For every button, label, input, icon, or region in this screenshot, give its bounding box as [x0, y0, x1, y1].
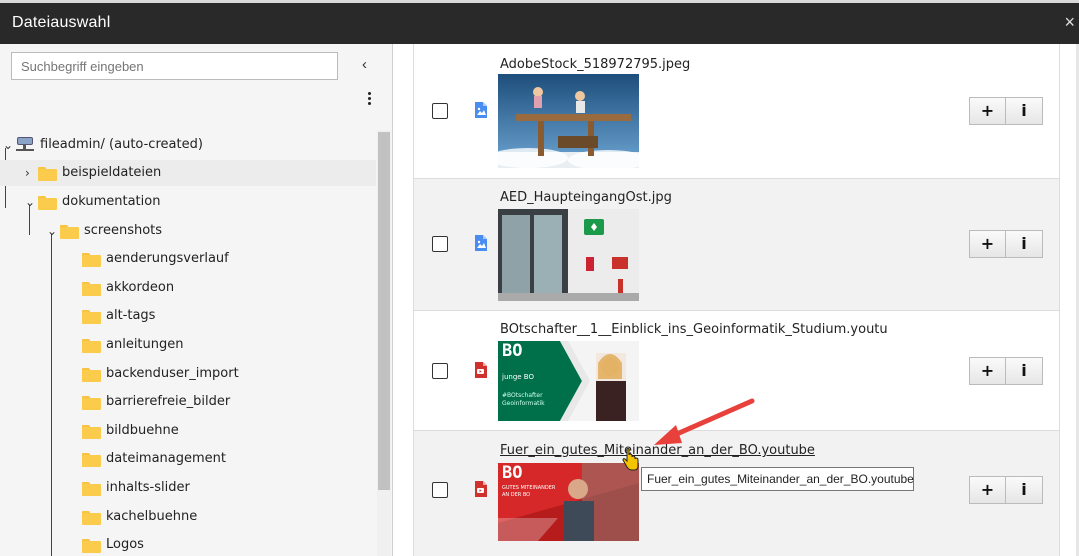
tree-item-kachelbuehne[interactable]: kachelbuehne: [0, 504, 376, 530]
tree-item-label: akkordeon: [106, 280, 175, 295]
thumb-caption-text: GUTES MITEINANDER: [502, 485, 556, 491]
folder-icon: [82, 310, 101, 324]
tree-item-label: barrierefreie_bilder: [106, 394, 231, 409]
file-info-button[interactable]: i: [1006, 357, 1043, 385]
add-file-button[interactable]: +: [969, 230, 1006, 258]
folder-icon: [38, 196, 57, 210]
tree-item-anleitungen[interactable]: anleitungen: [0, 332, 376, 358]
tree-item-backenduser-import[interactable]: backenduser_import: [0, 361, 376, 387]
storage-drive-icon: [16, 137, 34, 153]
thumb-hashtag-text: Geoinformatik: [502, 400, 545, 407]
tree-item-label: kachelbuehne: [106, 509, 198, 524]
add-file-button[interactable]: +: [969, 476, 1006, 504]
folder-tree-panel: ‹ ⌄ fileadmin/ (auto-created) › beispiel…: [0, 44, 393, 556]
image-file-icon: [475, 102, 487, 118]
collapse-panel-icon[interactable]: ‹: [362, 56, 367, 73]
folder-icon: [82, 453, 101, 467]
tree-item-label: dateimanagement: [106, 451, 227, 466]
tree-item-label: screenshots: [84, 223, 163, 238]
tree-item-label: beispieldateien: [62, 165, 162, 180]
tree-item-label: inhalts-slider: [106, 480, 190, 495]
filename-tooltip: Fuer_ein_gutes_Miteinander_an_der_BO.you…: [641, 467, 914, 491]
select-checkbox[interactable]: [432, 482, 448, 498]
row-actions: + i: [969, 357, 1043, 385]
thumb-bo-logo: BO: [502, 463, 523, 483]
tree-item-bildbuehne[interactable]: bildbuehne: [0, 418, 376, 444]
thumbnail-botschafter-video[interactable]: BO junge BO #BOtschafter Geoinformatik: [498, 341, 639, 421]
thumbnail-aed-entrance[interactable]: [498, 209, 639, 301]
tree-item-barrierefreie-bilder[interactable]: barrierefreie_bilder: [0, 389, 376, 415]
folder-icon: [38, 167, 57, 181]
thumbnail-miteinander-video[interactable]: BO GUTES MITEINANDER AN DER BO: [498, 463, 639, 541]
thumb-caption-text: AN DER BO: [502, 492, 531, 498]
row-actions: + i: [969, 476, 1043, 504]
hand-cursor-icon: [622, 448, 639, 471]
folder-icon: [82, 368, 101, 382]
dialog-title: Dateiauswahl: [12, 14, 111, 31]
chevron-down-icon[interactable]: ⌄: [3, 132, 13, 158]
youtube-file-icon: [475, 362, 487, 378]
file-name[interactable]: AdobeStock_518972795.jpeg: [500, 57, 888, 72]
folder-icon: [82, 511, 101, 525]
add-file-button[interactable]: +: [969, 357, 1006, 385]
folder-icon: [82, 282, 101, 296]
search-input[interactable]: [11, 52, 338, 80]
dialog-titlebar: Dateiauswahl ×: [0, 3, 1079, 44]
tree-item-label: backenduser_import: [106, 366, 239, 381]
tree-item-dokumentation[interactable]: ⌄ dokumentation: [0, 189, 376, 215]
tree-item-alt-tags[interactable]: alt-tags: [0, 303, 376, 329]
file-info-button[interactable]: i: [1006, 230, 1043, 258]
youtube-file-icon: [475, 481, 487, 497]
tree-item-label: Logos: [106, 537, 144, 552]
file-info-button[interactable]: i: [1006, 476, 1043, 504]
tree-item-dateimanagement[interactable]: dateimanagement: [0, 446, 376, 472]
tree-item-akkordeon[interactable]: akkordeon: [0, 275, 376, 301]
select-checkbox[interactable]: [432, 103, 448, 119]
tree-item-label: aenderungsverlauf: [106, 251, 229, 266]
file-name[interactable]: BOtschafter__1__Einblick_ins_Geoinformat…: [500, 322, 888, 337]
folder-icon: [82, 339, 101, 353]
close-icon[interactable]: ×: [1064, 12, 1075, 33]
tree-item-aenderungsverlauf[interactable]: aenderungsverlauf: [0, 246, 376, 272]
select-checkbox[interactable]: [432, 236, 448, 252]
folder-icon: [82, 482, 101, 496]
more-options-icon[interactable]: [363, 90, 375, 110]
tree-item-label: dokumentation: [62, 194, 161, 209]
folder-icon: [60, 225, 79, 239]
file-row: AED_HaupteingangOst.jpg + i: [414, 179, 1059, 311]
tree-item-screenshots[interactable]: ⌄ screenshots: [0, 218, 376, 244]
tree-item-beispieldateien[interactable]: › beispieldateien: [0, 160, 376, 186]
row-actions: + i: [969, 97, 1043, 125]
select-checkbox[interactable]: [432, 363, 448, 379]
scrollbar-thumb[interactable]: [378, 132, 390, 490]
image-file-icon: [475, 235, 487, 251]
thumb-bo-logo: BO: [502, 341, 523, 361]
annotation-arrow-icon: [654, 398, 755, 445]
tree-item-label: bildbuehne: [106, 423, 179, 438]
file-row: AdobeStock_518972795.jpeg + i: [414, 44, 1059, 179]
file-name[interactable]: AED_HaupteingangOst.jpg: [500, 190, 888, 205]
tree-item-logos[interactable]: Logos: [0, 532, 376, 556]
tree-item-inhalts-slider[interactable]: inhalts-slider: [0, 475, 376, 501]
chevron-down-icon[interactable]: ⌄: [47, 218, 57, 244]
chevron-right-icon[interactable]: ›: [25, 160, 35, 186]
tree-item-label: fileadmin/ (auto-created): [40, 137, 203, 152]
thumb-junge-bo-text: junge BO: [502, 373, 534, 381]
thumb-hashtag-text: #BOtschafter: [502, 392, 543, 399]
tree-item-label: alt-tags: [106, 308, 156, 323]
chevron-down-icon[interactable]: ⌄: [25, 189, 35, 215]
folder-icon: [82, 425, 101, 439]
tree-item-fileadmin[interactable]: ⌄ fileadmin/ (auto-created): [0, 132, 376, 158]
folder-icon: [82, 253, 101, 267]
tree-item-label: anleitungen: [106, 337, 184, 352]
row-actions: + i: [969, 230, 1043, 258]
add-file-button[interactable]: +: [969, 97, 1006, 125]
file-info-button[interactable]: i: [1006, 97, 1043, 125]
folder-icon: [82, 396, 101, 410]
folder-icon: [82, 539, 101, 553]
tree-scrollbar[interactable]: [377, 130, 391, 556]
thumbnail-kids-on-bridge[interactable]: [498, 74, 639, 168]
